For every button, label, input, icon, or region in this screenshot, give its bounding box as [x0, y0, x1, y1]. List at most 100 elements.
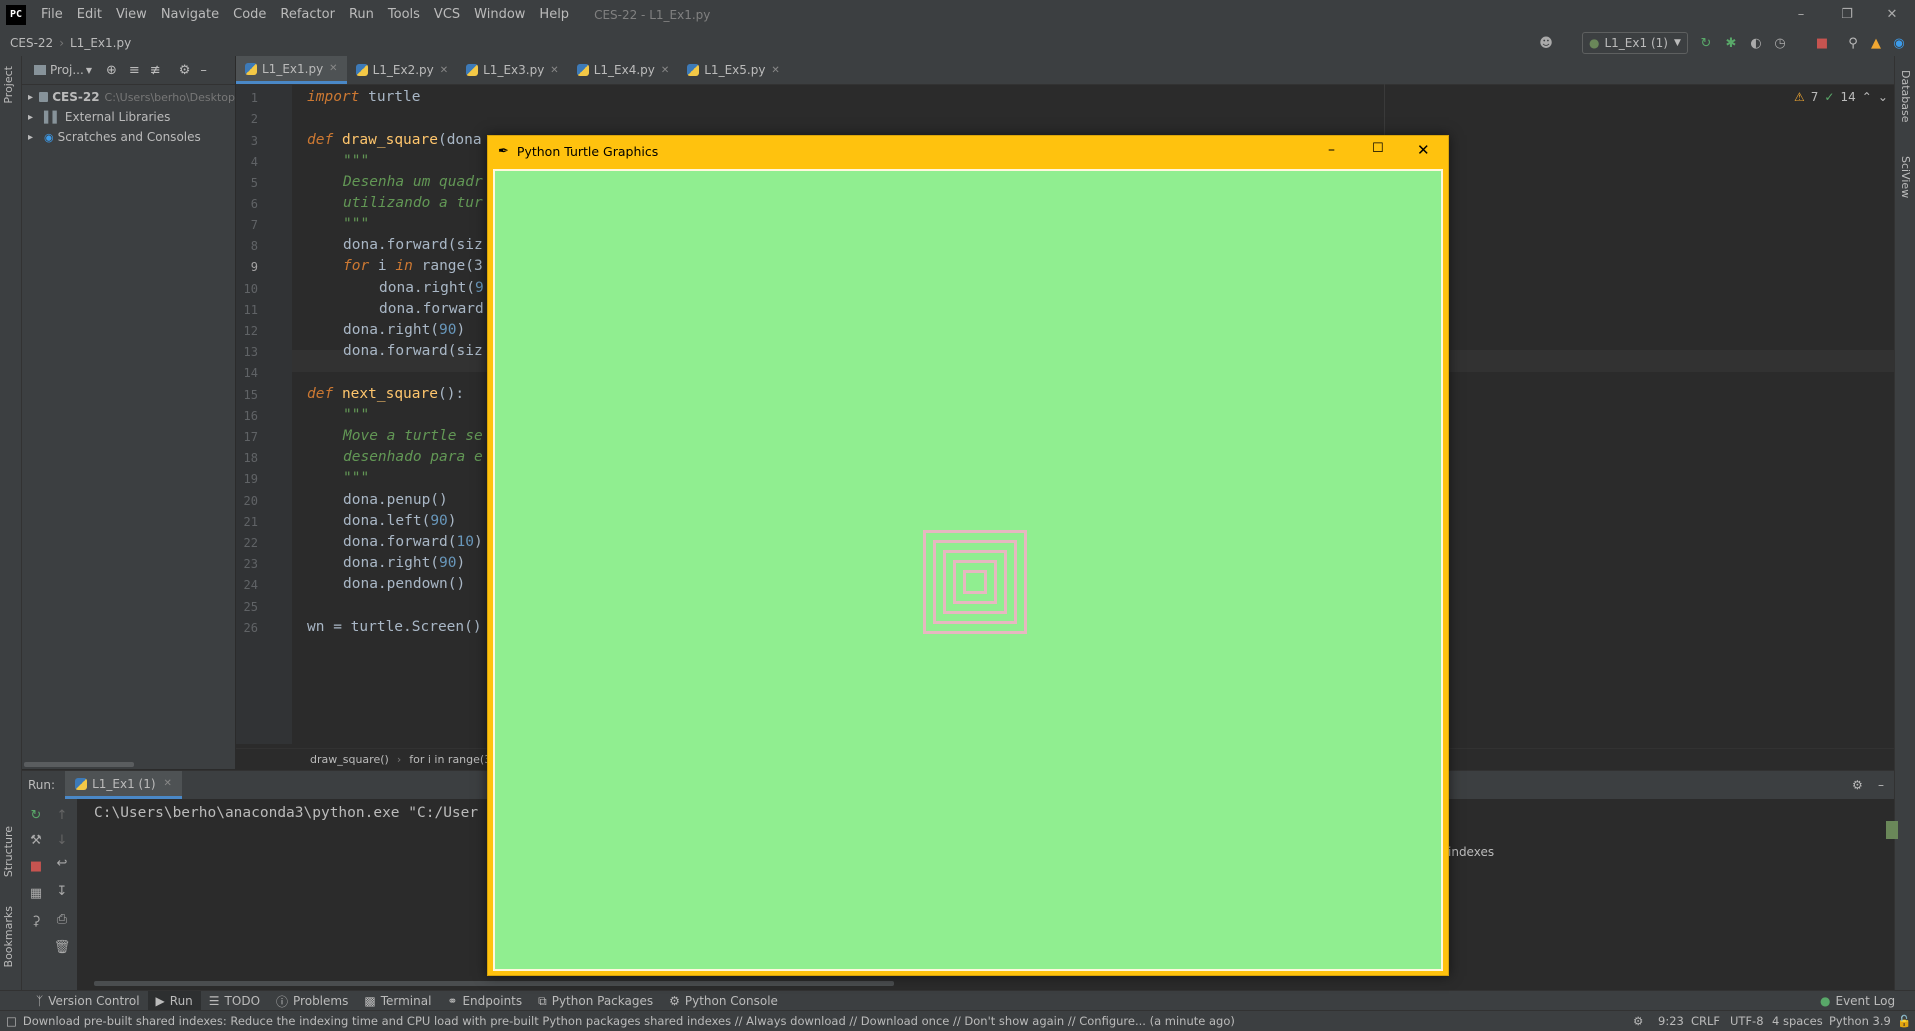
project-view-select[interactable]: Proj...	[50, 63, 84, 77]
menu-navigate[interactable]: Navigate	[154, 7, 226, 22]
collapse-all-icon[interactable]: ≢	[150, 63, 161, 78]
stop-icon[interactable]: ■	[28, 858, 44, 874]
tree-item-external-libraries[interactable]: ▸ ▌▌ External Libraries	[22, 107, 235, 127]
inspection-widget[interactable]: ⚠ 7 ✓ 14 ⌃ ⌄	[1794, 90, 1888, 104]
user-icon[interactable]: ☻	[1538, 35, 1554, 51]
pin-icon[interactable]: ⚳	[28, 913, 44, 929]
console-output[interactable]: C:\Users\berho\anaconda3\python.exe "C:/…	[94, 805, 478, 821]
debug-icon[interactable]: ✱	[1723, 35, 1739, 51]
scroll-to-end-icon[interactable]: ↧	[54, 883, 70, 899]
tab-l1-ex3[interactable]: L1_Ex3.py ✕	[457, 56, 568, 84]
breadcrumb-function[interactable]: draw_square()	[236, 753, 389, 766]
menu-edit[interactable]: Edit	[70, 7, 109, 22]
chevron-up-icon[interactable]: ⌃	[1862, 90, 1872, 104]
tab-l1-ex4[interactable]: L1_Ex4.py ✕	[568, 56, 679, 84]
horizontal-scrollbar[interactable]	[94, 981, 894, 986]
minimize-icon[interactable]: –	[1328, 142, 1335, 158]
turtle-graphics-window[interactable]: ✒ Python Turtle Graphics – ☐ ✕	[487, 135, 1449, 976]
tab-l1-ex1[interactable]: L1_Ex1.py ✕	[236, 56, 347, 84]
tree-item-ces-22[interactable]: ▸ CES-22 C:\Users\berho\Desktop	[22, 87, 235, 107]
close-tab-icon[interactable]: ✕	[771, 65, 779, 76]
menu-code[interactable]: Code	[226, 7, 273, 22]
indent-setting[interactable]: 4 spaces	[1772, 1014, 1823, 1028]
toolwindow-todo[interactable]: ☰ TODO	[201, 991, 268, 1011]
menu-refactor[interactable]: Refactor	[273, 7, 342, 22]
close-tab-icon[interactable]: ✕	[440, 65, 448, 76]
square-icon[interactable]: □	[0, 1014, 23, 1028]
status-message[interactable]: Download pre-built shared indexes: Reduc…	[23, 1014, 1235, 1028]
menu-file[interactable]: File	[34, 7, 70, 22]
rerun-icon[interactable]: ↻	[1698, 35, 1714, 51]
toolwindow-terminal[interactable]: ▩ Terminal	[356, 991, 439, 1011]
close-tab-icon[interactable]: ✕	[661, 65, 669, 76]
lock-icon[interactable]: 🔓	[1897, 1014, 1911, 1028]
turtle-canvas[interactable]	[493, 169, 1443, 971]
plugin-icon[interactable]: ◉	[1891, 35, 1907, 51]
maximize-icon[interactable]: ☐	[1372, 141, 1384, 156]
horizontal-scrollbar[interactable]	[24, 762, 134, 767]
menu-tools[interactable]: Tools	[381, 7, 427, 22]
arrow-down-icon[interactable]: ↓	[54, 832, 70, 848]
project-tool-tab[interactable]: Project	[2, 66, 15, 104]
breadcrumb-project[interactable]: CES-22	[0, 36, 53, 50]
event-log-button[interactable]: ● Event Log	[1812, 991, 1903, 1011]
search-icon[interactable]: ⚲	[1845, 35, 1861, 51]
breadcrumb-loop[interactable]: for i in range(3	[409, 753, 491, 766]
hide-icon[interactable]: –	[1878, 778, 1884, 792]
run-config-select[interactable]: ● L1_Ex1 (1) ▼	[1582, 32, 1688, 54]
close-icon[interactable]: ✕	[1417, 141, 1430, 159]
wrench-icon[interactable]: ⚒	[28, 832, 44, 848]
indexing-icon[interactable]: ⚙	[1633, 1014, 1643, 1028]
close-tab-icon[interactable]: ✕	[164, 778, 172, 789]
arrow-up-icon[interactable]: ↑	[54, 807, 70, 823]
hide-icon[interactable]: –	[200, 63, 207, 78]
chevron-right-icon[interactable]: ▸	[22, 132, 42, 143]
update-icon[interactable]: ▲	[1868, 35, 1884, 51]
coverage-icon[interactable]: ◐	[1748, 35, 1764, 51]
restore-icon[interactable]: ❐	[1824, 0, 1870, 29]
chevron-right-icon[interactable]: ▸	[22, 92, 37, 103]
close-tab-icon[interactable]: ✕	[329, 63, 337, 74]
rerun-icon[interactable]: ↻	[28, 807, 44, 823]
print-icon[interactable]: ⎙	[54, 911, 70, 927]
turtle-window-titlebar[interactable]: ✒ Python Turtle Graphics – ☐ ✕	[488, 136, 1448, 166]
expand-all-icon[interactable]: ≡	[129, 63, 140, 78]
structure-tool-tab[interactable]: Structure	[2, 826, 15, 877]
tab-l1-ex5[interactable]: L1_Ex5.py ✕	[678, 56, 789, 84]
layout-icon[interactable]: ▦	[28, 885, 44, 901]
minimize-icon[interactable]: –	[1778, 0, 1824, 29]
stop-icon[interactable]: ■	[1814, 35, 1830, 51]
menu-window[interactable]: Window	[467, 7, 532, 22]
tab-l1-ex2[interactable]: L1_Ex2.py ✕	[347, 56, 458, 84]
file-encoding[interactable]: UTF-8	[1730, 1014, 1764, 1028]
python-interpreter[interactable]: Python 3.9	[1829, 1014, 1891, 1028]
gear-icon[interactable]: ⚙	[1852, 778, 1863, 792]
toolwindow-problems[interactable]: ⓘ Problems	[268, 991, 356, 1011]
cursor-position[interactable]: 9:23	[1658, 1014, 1684, 1028]
close-tab-icon[interactable]: ✕	[550, 65, 558, 76]
tree-item-scratches[interactable]: ▸ ◉ Scratches and Consoles	[22, 127, 235, 147]
toolwindow-version-control[interactable]: ᛉ Version Control	[28, 991, 148, 1011]
sciview-tool-tab[interactable]: SciView	[1899, 156, 1912, 198]
profile-icon[interactable]: ◷	[1772, 35, 1788, 51]
toolwindow-python-console[interactable]: ⚙ Python Console	[661, 991, 786, 1011]
run-tab-l1-ex1[interactable]: L1_Ex1 (1) ✕	[65, 771, 182, 799]
chevron-down-icon[interactable]: ⌄	[1878, 90, 1888, 104]
trash-icon[interactable]: 🗑	[54, 939, 71, 955]
database-tool-tab[interactable]: Database	[1899, 70, 1912, 123]
toolwindow-endpoints[interactable]: ⚭ Endpoints	[439, 991, 530, 1011]
chevron-right-icon[interactable]: ▸	[22, 112, 42, 123]
line-separator[interactable]: CRLF	[1691, 1014, 1720, 1028]
gear-icon[interactable]: ⚙	[179, 63, 191, 78]
close-icon[interactable]: ✕	[1869, 0, 1915, 29]
menu-view[interactable]: View	[109, 7, 154, 22]
soft-wrap-icon[interactable]: ↩	[54, 855, 70, 871]
toolwindow-run[interactable]: ▶ Run	[147, 991, 201, 1011]
menu-run[interactable]: Run	[342, 7, 381, 22]
menu-help[interactable]: Help	[532, 7, 576, 22]
breadcrumb-file[interactable]: L1_Ex1.py	[64, 36, 131, 50]
pycharm-logo-icon[interactable]: PC	[6, 4, 26, 25]
locate-icon[interactable]: ⊕	[106, 63, 117, 78]
bookmarks-tool-tab[interactable]: Bookmarks	[2, 906, 15, 967]
toolwindow-python-packages[interactable]: ⧉ Python Packages	[530, 991, 661, 1011]
